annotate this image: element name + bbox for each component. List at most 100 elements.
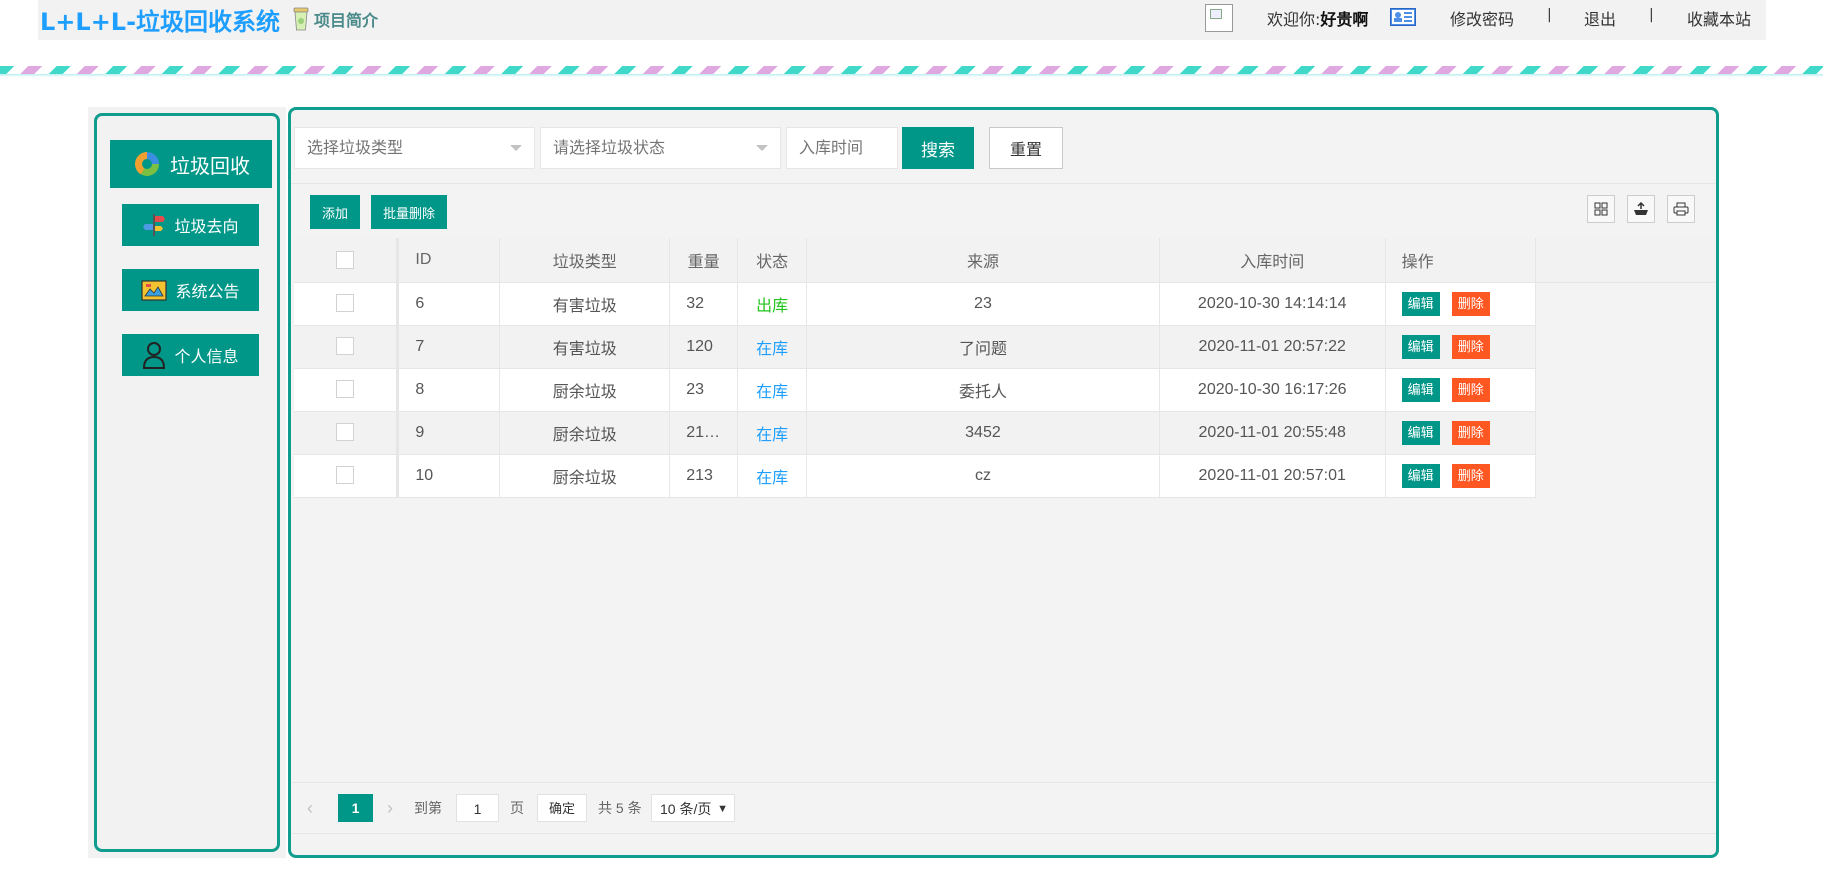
table-row: 6 有害垃圾 32 出库 23 2020-10-30 14:14:14 编辑 删除 [294, 282, 1716, 326]
goto-confirm-button[interactable]: 确定 [537, 794, 587, 822]
edit-button[interactable]: 编辑 [1401, 334, 1440, 359]
id-card-icon[interactable] [1390, 8, 1416, 26]
project-intro-label: 项目简介 [314, 11, 379, 30]
cell-actions: 编辑 删除 [1385, 368, 1536, 412]
row-select-cell [294, 282, 400, 326]
row-checkbox[interactable] [336, 380, 355, 399]
pagination-bar: ‹ 1 › 到第 1 页 确定 共 5 条 10 条/页 ▼ [291, 782, 1716, 834]
cell-filler [1535, 411, 1716, 454]
cell-status: 出库 [737, 282, 808, 326]
page-size-select[interactable]: 10 条/页 ▼ [651, 794, 735, 822]
row-checkbox[interactable] [336, 466, 355, 485]
cell-filler [1535, 454, 1716, 497]
delete-button[interactable]: 删除 [1451, 420, 1490, 445]
announcement-icon [141, 280, 168, 301]
garbage-type-placeholder: 选择垃圾类型 [307, 138, 404, 157]
select-all-cell [294, 238, 400, 283]
table-row: 9 厨余垃圾 21… 在库 3452 2020-11-01 20:55:48 编… [294, 411, 1716, 455]
column-header-source[interactable]: 来源 [806, 238, 1160, 283]
cell-status: 在库 [737, 454, 808, 498]
column-header-status[interactable]: 状态 [737, 238, 808, 283]
main-content-panel: 选择垃圾类型 请选择垃圾状态 入库时间 搜索 重置 添加 批量删除 ID 垃圾类… [288, 107, 1719, 858]
row-checkbox[interactable] [336, 423, 355, 442]
page-unit-label: 页 [510, 800, 524, 816]
reset-button[interactable]: 重置 [989, 127, 1063, 169]
logout-link[interactable]: 退出 [1584, 6, 1616, 30]
divider [291, 183, 1716, 184]
delete-button[interactable]: 删除 [1451, 334, 1490, 359]
page-number-current[interactable]: 1 [338, 794, 373, 822]
print-icon[interactable] [1667, 195, 1695, 223]
delete-button[interactable]: 删除 [1451, 291, 1490, 316]
row-checkbox[interactable] [336, 337, 355, 356]
cell-weight: 213 [669, 454, 739, 498]
welcome-text: 欢迎你:好贵啊 [1267, 6, 1368, 30]
column-header-time[interactable]: 入库时间 [1159, 238, 1386, 283]
chevron-down-icon [510, 145, 522, 151]
garbage-table: ID 垃圾类型 重量 状态 来源 入库时间 操作 6 有害垃圾 32 出库 23… [294, 238, 1716, 498]
goto-label: 到第 [414, 800, 442, 816]
cell-time: 2020-11-01 20:57:01 [1159, 454, 1386, 498]
cell-actions: 编辑 删除 [1385, 282, 1536, 326]
cell-weight: 120 [669, 325, 739, 369]
delete-button[interactable]: 删除 [1451, 463, 1490, 488]
cell-source: cz [806, 454, 1160, 498]
user-avatar-image [1205, 4, 1233, 32]
recycle-icon [134, 151, 159, 177]
table-header-row: ID 垃圾类型 重量 状态 来源 入库时间 操作 [294, 238, 1716, 283]
column-header-weight[interactable]: 重量 [669, 238, 739, 283]
delete-button[interactable]: 删除 [1451, 377, 1490, 402]
garbage-type-select[interactable]: 选择垃圾类型 [294, 127, 535, 169]
app-title: L+L+L-垃圾回收系统 [40, 8, 281, 36]
garbage-status-placeholder: 请选择垃圾状态 [553, 138, 666, 157]
bookmark-link[interactable]: 收藏本站 [1687, 6, 1751, 30]
cell-id: 10 [397, 454, 501, 498]
cell-actions: 编辑 删除 [1385, 454, 1536, 498]
edit-button[interactable]: 编辑 [1401, 377, 1440, 402]
storage-time-input[interactable]: 入库时间 [786, 127, 898, 169]
decorative-stripe-shadow [0, 74, 1823, 77]
project-intro-link[interactable]: 项目简介 [292, 6, 378, 32]
cell-status: 在库 [737, 368, 808, 412]
cell-source: 了问题 [806, 325, 1160, 369]
nav-item-label: 系统公告 [175, 282, 240, 301]
username: 好贵啊 [1320, 10, 1369, 29]
table-row: 7 有害垃圾 120 在库 了问题 2020-11-01 20:57:22 编辑… [294, 325, 1716, 369]
nav-item-label: 垃圾去向 [174, 217, 239, 236]
nav-garbage-direction-button[interactable]: 垃圾去向 [122, 204, 259, 246]
garbage-status-select[interactable]: 请选择垃圾状态 [540, 127, 781, 169]
table-row: 10 厨余垃圾 213 在库 cz 2020-11-01 20:57:01 编辑… [294, 454, 1716, 498]
cell-type: 有害垃圾 [499, 325, 671, 369]
edit-button[interactable]: 编辑 [1401, 291, 1440, 316]
cell-type: 厨余垃圾 [499, 411, 671, 455]
cell-time: 2020-10-30 16:17:26 [1159, 368, 1386, 412]
cell-type: 厨余垃圾 [499, 454, 671, 498]
goto-page-input[interactable]: 1 [456, 794, 499, 822]
nav-item-label: 个人信息 [174, 347, 239, 366]
batch-delete-button[interactable]: 批量删除 [371, 195, 447, 229]
edit-button[interactable]: 编辑 [1401, 420, 1440, 445]
search-button[interactable]: 搜索 [902, 127, 974, 169]
select-all-checkbox[interactable] [336, 250, 355, 269]
cell-id: 9 [397, 411, 501, 455]
column-header-type[interactable]: 垃圾类型 [499, 238, 671, 283]
cell-filler [1535, 368, 1716, 411]
nav-announcement-button[interactable]: 系统公告 [122, 269, 259, 311]
add-button[interactable]: 添加 [310, 195, 360, 229]
column-header-filler [1535, 238, 1716, 283]
export-icon[interactable] [1627, 195, 1655, 223]
column-header-id[interactable]: ID [397, 238, 501, 283]
nav-garbage-recycle-button[interactable]: 垃圾回收 [110, 140, 272, 188]
edit-button[interactable]: 编辑 [1401, 463, 1440, 488]
next-page-icon[interactable]: › [387, 794, 393, 822]
chevron-down-icon: ▼ [717, 803, 728, 815]
page-size-value: 10 条/页 [660, 801, 712, 817]
column-header-actions: 操作 [1385, 238, 1536, 283]
change-password-link[interactable]: 修改密码 [1450, 6, 1514, 30]
columns-icon[interactable] [1587, 195, 1615, 223]
signpost-icon [143, 214, 166, 236]
row-checkbox[interactable] [336, 294, 355, 313]
nav-personal-info-button[interactable]: 个人信息 [122, 334, 259, 376]
prev-page-icon[interactable]: ‹ [307, 794, 313, 822]
cell-source: 23 [806, 282, 1160, 326]
